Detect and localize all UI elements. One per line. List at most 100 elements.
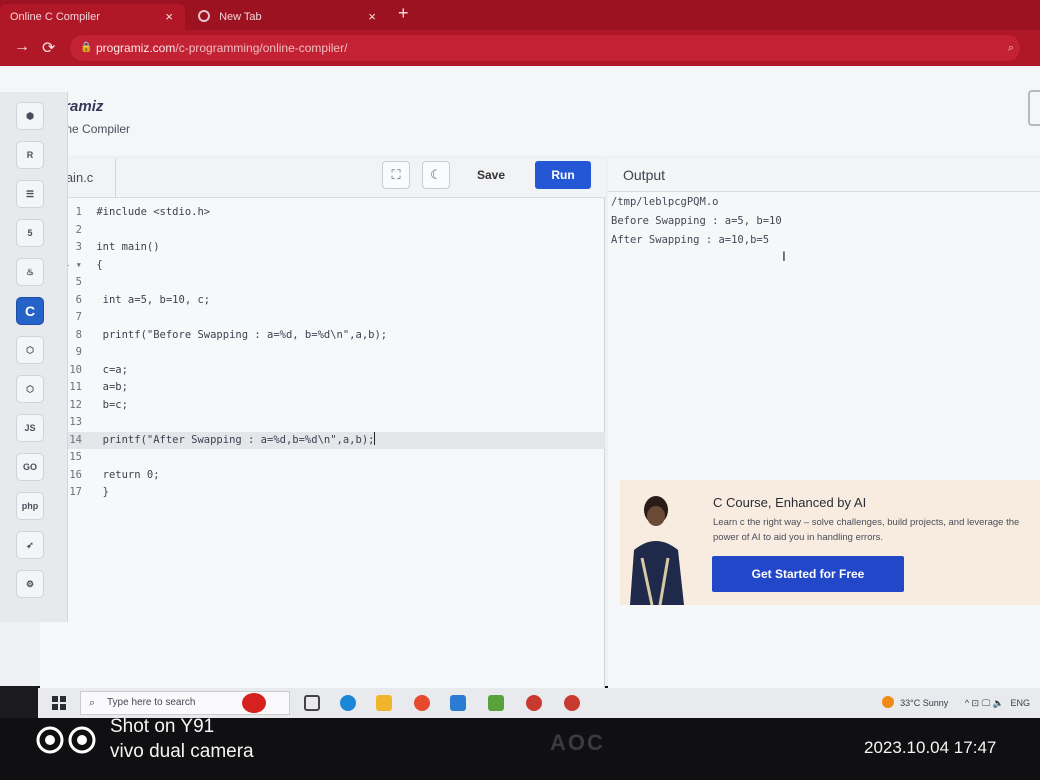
code-text: #include <stdio.h> xyxy=(90,206,211,218)
language-sql-icon[interactable]: ☰ xyxy=(16,180,44,208)
watermark-line-1: Shot on Y91 xyxy=(110,716,215,737)
language-python-icon[interactable]: ⬢ xyxy=(16,102,44,130)
news-widget-icon[interactable] xyxy=(242,693,266,713)
language-indicator[interactable]: ENG xyxy=(1010,698,1030,708)
ad-title: C Course, Enhanced by AI xyxy=(713,495,867,510)
tray-icons[interactable]: ^ ⊡ 🖵 🔈 xyxy=(965,698,1004,708)
code-text: int a=5, b=10, c; xyxy=(90,293,211,306)
search-icon[interactable]: ⌕ xyxy=(1008,35,1014,61)
language-rust-icon[interactable]: ⚙ xyxy=(16,570,44,598)
photo-stage: Online C Compiler × New Tab × + → ⟳ 🔒 pr… xyxy=(0,0,1040,780)
vscode-icon[interactable] xyxy=(450,695,466,711)
language-cs-icon[interactable]: ⬡ xyxy=(16,375,44,403)
search-placeholder: Type here to search xyxy=(107,697,196,708)
file-explorer-icon[interactable] xyxy=(376,695,392,711)
chrome-icon[interactable] xyxy=(414,695,430,711)
language-java-icon[interactable]: ♨ xyxy=(16,258,44,286)
code-line[interactable]: 2 xyxy=(40,222,605,239)
new-tab-button[interactable]: + xyxy=(398,3,409,24)
reload-icon[interactable]: ⟳ xyxy=(42,38,55,58)
code-line[interactable]: 5 xyxy=(40,274,605,291)
ad-person-image xyxy=(630,496,684,605)
close-tab-icon[interactable]: × xyxy=(368,4,376,30)
windows-start-icon[interactable] xyxy=(52,696,66,710)
watermark-line-2: vivo dual camera xyxy=(110,741,254,762)
code-line[interactable]: 9 xyxy=(40,344,605,361)
address-bar-row: → ⟳ 🔒 programiz.com/c-programming/online… xyxy=(0,30,1040,66)
search-icon: ⌕ xyxy=(89,697,96,709)
weather-icon xyxy=(882,696,895,708)
language-swift-icon[interactable]: ➶ xyxy=(16,531,44,559)
url-domain: programiz.com xyxy=(96,41,176,55)
code-line[interactable]: 8 printf("Before Swapping : a=%d, b=%d\n… xyxy=(40,327,605,344)
tab-online-c-compiler[interactable]: Online C Compiler × xyxy=(0,4,185,30)
chrome-profile-icon[interactable] xyxy=(526,695,542,711)
language-go-icon[interactable]: GO xyxy=(16,453,44,481)
code-text: a=b; xyxy=(90,381,128,393)
code-text: printf("Before Swapping : a=%d, b=%d\n",… xyxy=(90,328,388,341)
browser-tab-bar: Online C Compiler × New Tab × + xyxy=(0,0,1040,30)
code-line[interactable]: 7 xyxy=(40,309,605,326)
output-line: /tmp/leblpcgPQM.o xyxy=(611,196,719,208)
output-line: After Swapping : a=10,b=5 xyxy=(611,234,770,246)
language-php-icon[interactable]: php xyxy=(16,492,44,520)
header-button[interactable] xyxy=(1028,90,1040,126)
language-cpp-icon[interactable]: ⬡ xyxy=(16,336,44,364)
camera-lens-icon xyxy=(36,726,96,754)
site-header: Programiz C Online Compiler xyxy=(0,66,1040,156)
code-line[interactable]: 12 b=c; xyxy=(40,397,605,414)
language-r-icon[interactable]: R xyxy=(16,141,44,169)
system-tray: 33°C Sunny ^ ⊡ 🖵 🔈 ENG xyxy=(882,688,1030,718)
app-icon[interactable] xyxy=(488,695,504,711)
language-c-icon[interactable]: C xyxy=(16,297,44,325)
output-line: Before Swapping : a=5, b=10 xyxy=(611,215,782,227)
photo-timestamp: 2023.10.04 17:47 xyxy=(864,738,997,757)
code-text: int main() xyxy=(90,241,160,253)
code-line[interactable]: 11 a=b; xyxy=(40,379,605,396)
chrome-icon xyxy=(198,10,210,22)
code-text: } xyxy=(90,486,109,498)
task-view-icon[interactable] xyxy=(304,695,320,711)
language-html-icon[interactable]: 5 xyxy=(16,219,44,247)
weather-text[interactable]: 33°C Sunny xyxy=(900,698,948,708)
fullscreen-icon[interactable]: ⛶ xyxy=(382,161,410,189)
close-tab-icon[interactable]: × xyxy=(165,4,173,30)
windows-taskbar: ⌕ Type here to search 33°C Sunny ^ ⊡ 🖵 🔈… xyxy=(38,688,1040,718)
code-line[interactable]: 17 } xyxy=(40,484,605,501)
output-title: Output xyxy=(608,158,1040,192)
tab-title: Online C Compiler xyxy=(10,11,100,23)
text-cursor-icon: I xyxy=(782,248,786,264)
code-line[interactable]: 16 return 0; xyxy=(40,467,605,484)
output-panel: I /tmp/leblpcgPQM.o Before Swapping : a=5… xyxy=(608,192,1040,688)
monitor-brand: AOC xyxy=(550,730,605,755)
code-text: printf("After Swapping : a=%d,b=%d\n",a,… xyxy=(90,433,375,446)
chrome-profile-icon[interactable] xyxy=(564,695,580,711)
forward-arrow-icon[interactable]: → xyxy=(14,38,30,56)
get-started-button[interactable]: Get Started for Free xyxy=(712,556,904,592)
code-line[interactable]: 6 int a=5, b=10, c; xyxy=(40,292,605,309)
lock-icon: 🔒 xyxy=(80,42,93,53)
tab-title: New Tab xyxy=(219,11,262,23)
language-js-icon[interactable]: JS xyxy=(16,414,44,442)
language-sidebar: ⬢ R ☰ 5 ♨ C ⬡ ⬡ JS GO php ➶ ⚙ xyxy=(0,92,68,622)
code-line[interactable]: 15 xyxy=(40,449,605,466)
run-button[interactable]: Run xyxy=(535,161,591,189)
text-caret xyxy=(374,431,376,445)
ad-banner: C Course, Enhanced by AI Learn c the rig… xyxy=(620,480,1040,605)
tab-new-tab[interactable]: New Tab × xyxy=(188,4,388,30)
code-line[interactable]: 13 xyxy=(40,414,605,431)
editor-toolbar: main.c ⛶ ☾ Save Run xyxy=(40,158,605,198)
code-line[interactable]: 1 #include <stdio.h> xyxy=(40,204,605,221)
code-editor[interactable]: 1 #include <stdio.h> 2 3 int main() 4 ▾ {5 6… xyxy=(40,198,605,688)
code-line[interactable]: 14 printf("After Swapping : a=%d,b=%d\n"… xyxy=(40,431,605,449)
code-line[interactable]: 4 ▾ { xyxy=(40,257,605,274)
code-line[interactable]: 3 int main() xyxy=(40,239,605,256)
code-line[interactable]: 10 c=a; xyxy=(40,362,605,379)
save-button[interactable]: Save xyxy=(463,161,519,189)
code-text: b=c; xyxy=(90,398,128,411)
dark-mode-icon[interactable]: ☾ xyxy=(422,161,450,189)
url-field[interactable]: 🔒 programiz.com/c-programming/online-com… xyxy=(70,35,1020,61)
code-text: { xyxy=(90,258,103,271)
edge-icon[interactable] xyxy=(340,695,356,711)
code-text: return 0; xyxy=(90,468,160,481)
